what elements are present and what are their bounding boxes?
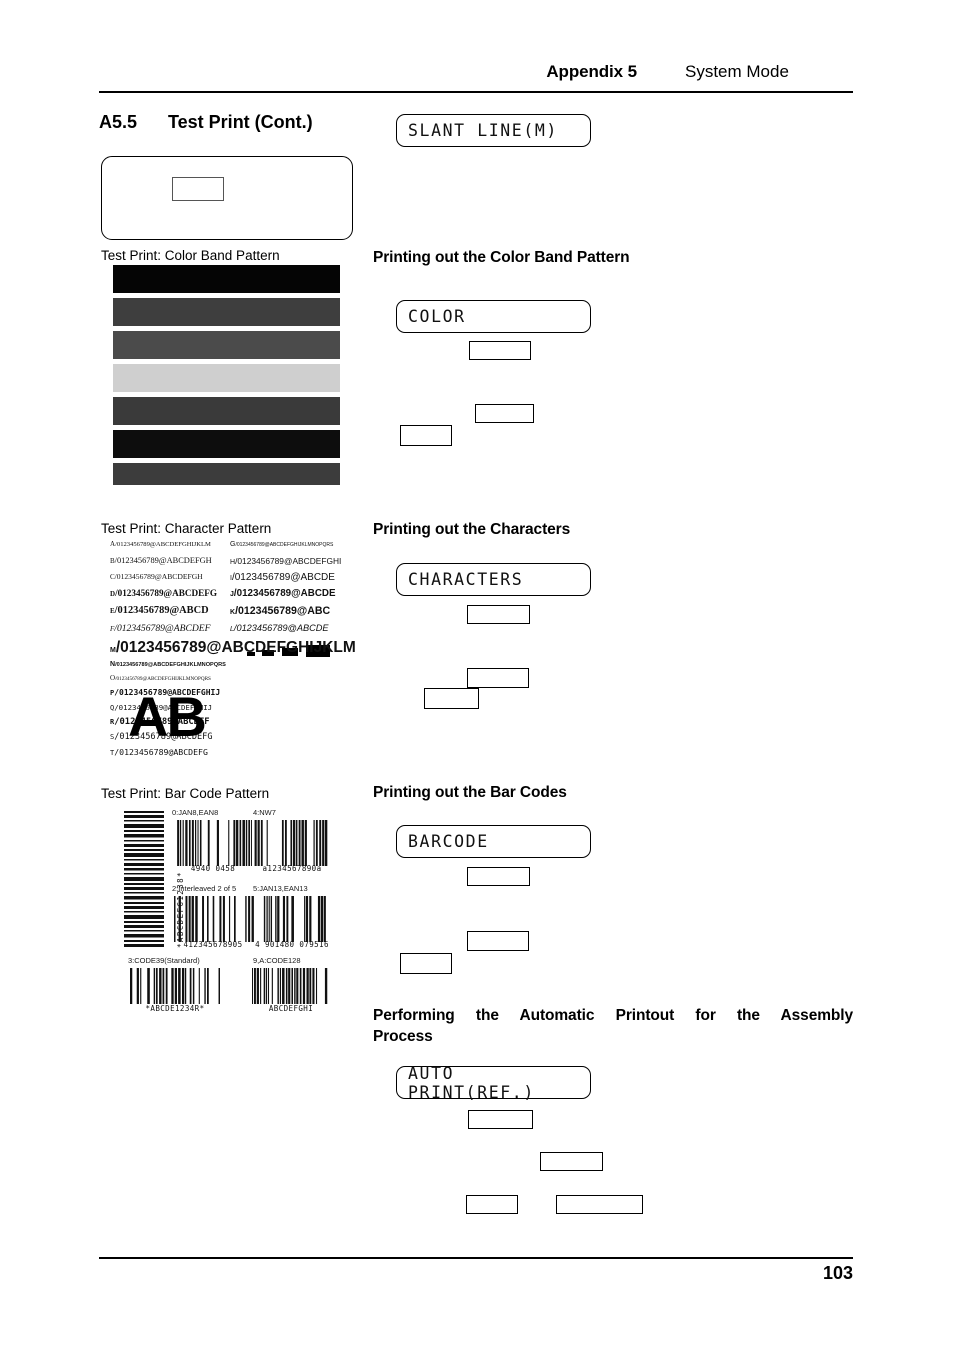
barcode-value: 4940 0458 bbox=[190, 864, 236, 873]
character-pattern-line: L/0123456789@ABCDE bbox=[230, 623, 329, 633]
barcode-pattern-image: *ABCDEFG1238* 0:JAN8,EAN84940 04584:NW7a… bbox=[110, 806, 345, 1031]
header-appendix-label: Appendix 5 bbox=[546, 62, 637, 81]
document-page: Appendix 5 System Mode A5.5 Test Print (… bbox=[0, 0, 954, 1351]
barcode-label: 5:JAN13,EAN13 bbox=[253, 884, 308, 893]
big-letters-ab: AB bbox=[128, 685, 207, 748]
character-pattern-line: B/0123456789@ABCDEFGH bbox=[110, 556, 212, 565]
color-band-pattern-image bbox=[113, 265, 340, 490]
barcode-bars bbox=[252, 968, 330, 1009]
character-pattern-line: N/0123456789@ABCDEFGHIJKLMNOPQRS bbox=[110, 661, 226, 668]
subheading-auto-print-line2: Process bbox=[373, 1028, 433, 1045]
color-band bbox=[113, 364, 340, 392]
character-pattern-line: G/0123456789@ABCDEFGHIJKLMNOPQRS bbox=[230, 541, 334, 548]
barcode-bars bbox=[130, 968, 221, 1009]
barcode-label: 2:Interleaved 2 of 5 bbox=[172, 884, 237, 893]
caption-barcode-pattern: Test Print: Bar Code Pattern bbox=[101, 786, 270, 801]
panel-inner-box bbox=[172, 177, 224, 201]
vertical-barcode bbox=[124, 811, 164, 947]
key-box-auto-print-1[interactable] bbox=[468, 1110, 533, 1129]
color-band bbox=[113, 463, 340, 485]
lcd-barcode[interactable]: BARCODE bbox=[396, 825, 591, 858]
caption-color-band-pattern: Test Print: Color Band Pattern bbox=[101, 248, 280, 263]
character-pattern-line: F/0123456789@ABCDEF bbox=[110, 623, 211, 634]
page-number: 103 bbox=[822, 1263, 853, 1283]
character-pattern-line: I/0123456789@ABCDE bbox=[230, 572, 335, 583]
subheading-characters: Printing out the Characters bbox=[373, 521, 571, 538]
character-pattern-line: M/0123456789@ABCDEFGHIJKLM bbox=[110, 639, 356, 656]
caption-character-pattern: Test Print: Character Pattern bbox=[101, 521, 272, 536]
subheading-color-band: Printing out the Color Band Pattern bbox=[373, 249, 630, 266]
key-box-barcode-2[interactable] bbox=[467, 931, 529, 951]
test-print-panel bbox=[101, 156, 353, 240]
lcd-characters[interactable]: CHARACTERS bbox=[396, 563, 591, 596]
color-band bbox=[113, 298, 340, 326]
barcode-value: *ABCDE1234R* bbox=[145, 1004, 205, 1013]
subheading-barcodes: Printing out the Bar Codes bbox=[373, 784, 567, 801]
color-band bbox=[113, 331, 340, 359]
key-box-auto-print-3[interactable] bbox=[466, 1195, 518, 1214]
footer-divider bbox=[99, 1257, 853, 1259]
key-box-barcode-1[interactable] bbox=[467, 867, 530, 886]
page-title: Test Print (Cont.) bbox=[168, 112, 313, 132]
header-divider bbox=[99, 91, 853, 93]
subheading-auto-print-line1: Performing the Automatic Printout for th… bbox=[373, 1007, 853, 1024]
key-box-auto-print-4[interactable] bbox=[556, 1195, 643, 1214]
character-pattern-line: D/0123456789@ABCDEFG bbox=[110, 588, 218, 598]
character-pattern-line: E/0123456789@ABCD bbox=[110, 605, 209, 616]
barcode-label: 4:NW7 bbox=[253, 808, 276, 817]
character-pattern-line: T/0123456789@ABCDEFG bbox=[110, 747, 208, 757]
character-pattern-line: A/0123456789@ABCDEFGHIJKLM bbox=[110, 540, 211, 548]
header-mode-label: System Mode bbox=[685, 62, 789, 81]
page-header: Appendix 5 System Mode bbox=[99, 62, 852, 82]
key-box-auto-print-2[interactable] bbox=[540, 1152, 603, 1171]
character-pattern-line: J/0123456789@ABCDE bbox=[230, 588, 336, 599]
barcode-label: 3:CODE39(Standard) bbox=[128, 956, 200, 965]
key-box-color-3[interactable] bbox=[400, 425, 452, 446]
key-box-barcode-3[interactable] bbox=[400, 953, 452, 974]
lcd-auto-print[interactable]: AUTO PRINT(REF.) bbox=[396, 1064, 591, 1102]
key-box-color-2[interactable] bbox=[475, 404, 534, 423]
color-band bbox=[113, 265, 340, 293]
character-pattern-line: C/0123456789@ABCDEFGH bbox=[110, 572, 203, 581]
lcd-slant-line[interactable]: SLANT LINE(M) bbox=[396, 114, 591, 147]
barcode-value: 4 901480 079516 bbox=[255, 940, 329, 949]
key-box-characters-3[interactable] bbox=[424, 688, 479, 709]
barcode-label: 0:JAN8,EAN8 bbox=[172, 808, 219, 817]
color-band bbox=[113, 397, 340, 425]
character-pattern-line: K/0123456789@ABC bbox=[230, 605, 331, 617]
key-box-characters-1[interactable] bbox=[467, 605, 530, 624]
character-pattern-line: O/0123456789@ABCDEFGHIJKLMNOPQRS bbox=[110, 674, 211, 682]
character-pattern-line: H/0123456789@ABCDEFGHI bbox=[230, 556, 342, 566]
key-box-characters-2[interactable] bbox=[467, 668, 529, 688]
lcd-color[interactable]: COLOR bbox=[396, 300, 591, 333]
color-band bbox=[113, 430, 340, 458]
barcode-value: ABCDEFGHI bbox=[268, 1004, 314, 1013]
section-number: A5.5 bbox=[99, 112, 138, 132]
barcode-value: a1234567890a bbox=[262, 864, 322, 873]
barcode-value: 412345678905 bbox=[183, 940, 243, 949]
subheading-auto-print: Performing the Automatic Printout for th… bbox=[373, 1005, 853, 1047]
barcode-label: 9,A:CODE128 bbox=[253, 956, 301, 965]
key-box-color-1[interactable] bbox=[469, 341, 531, 360]
